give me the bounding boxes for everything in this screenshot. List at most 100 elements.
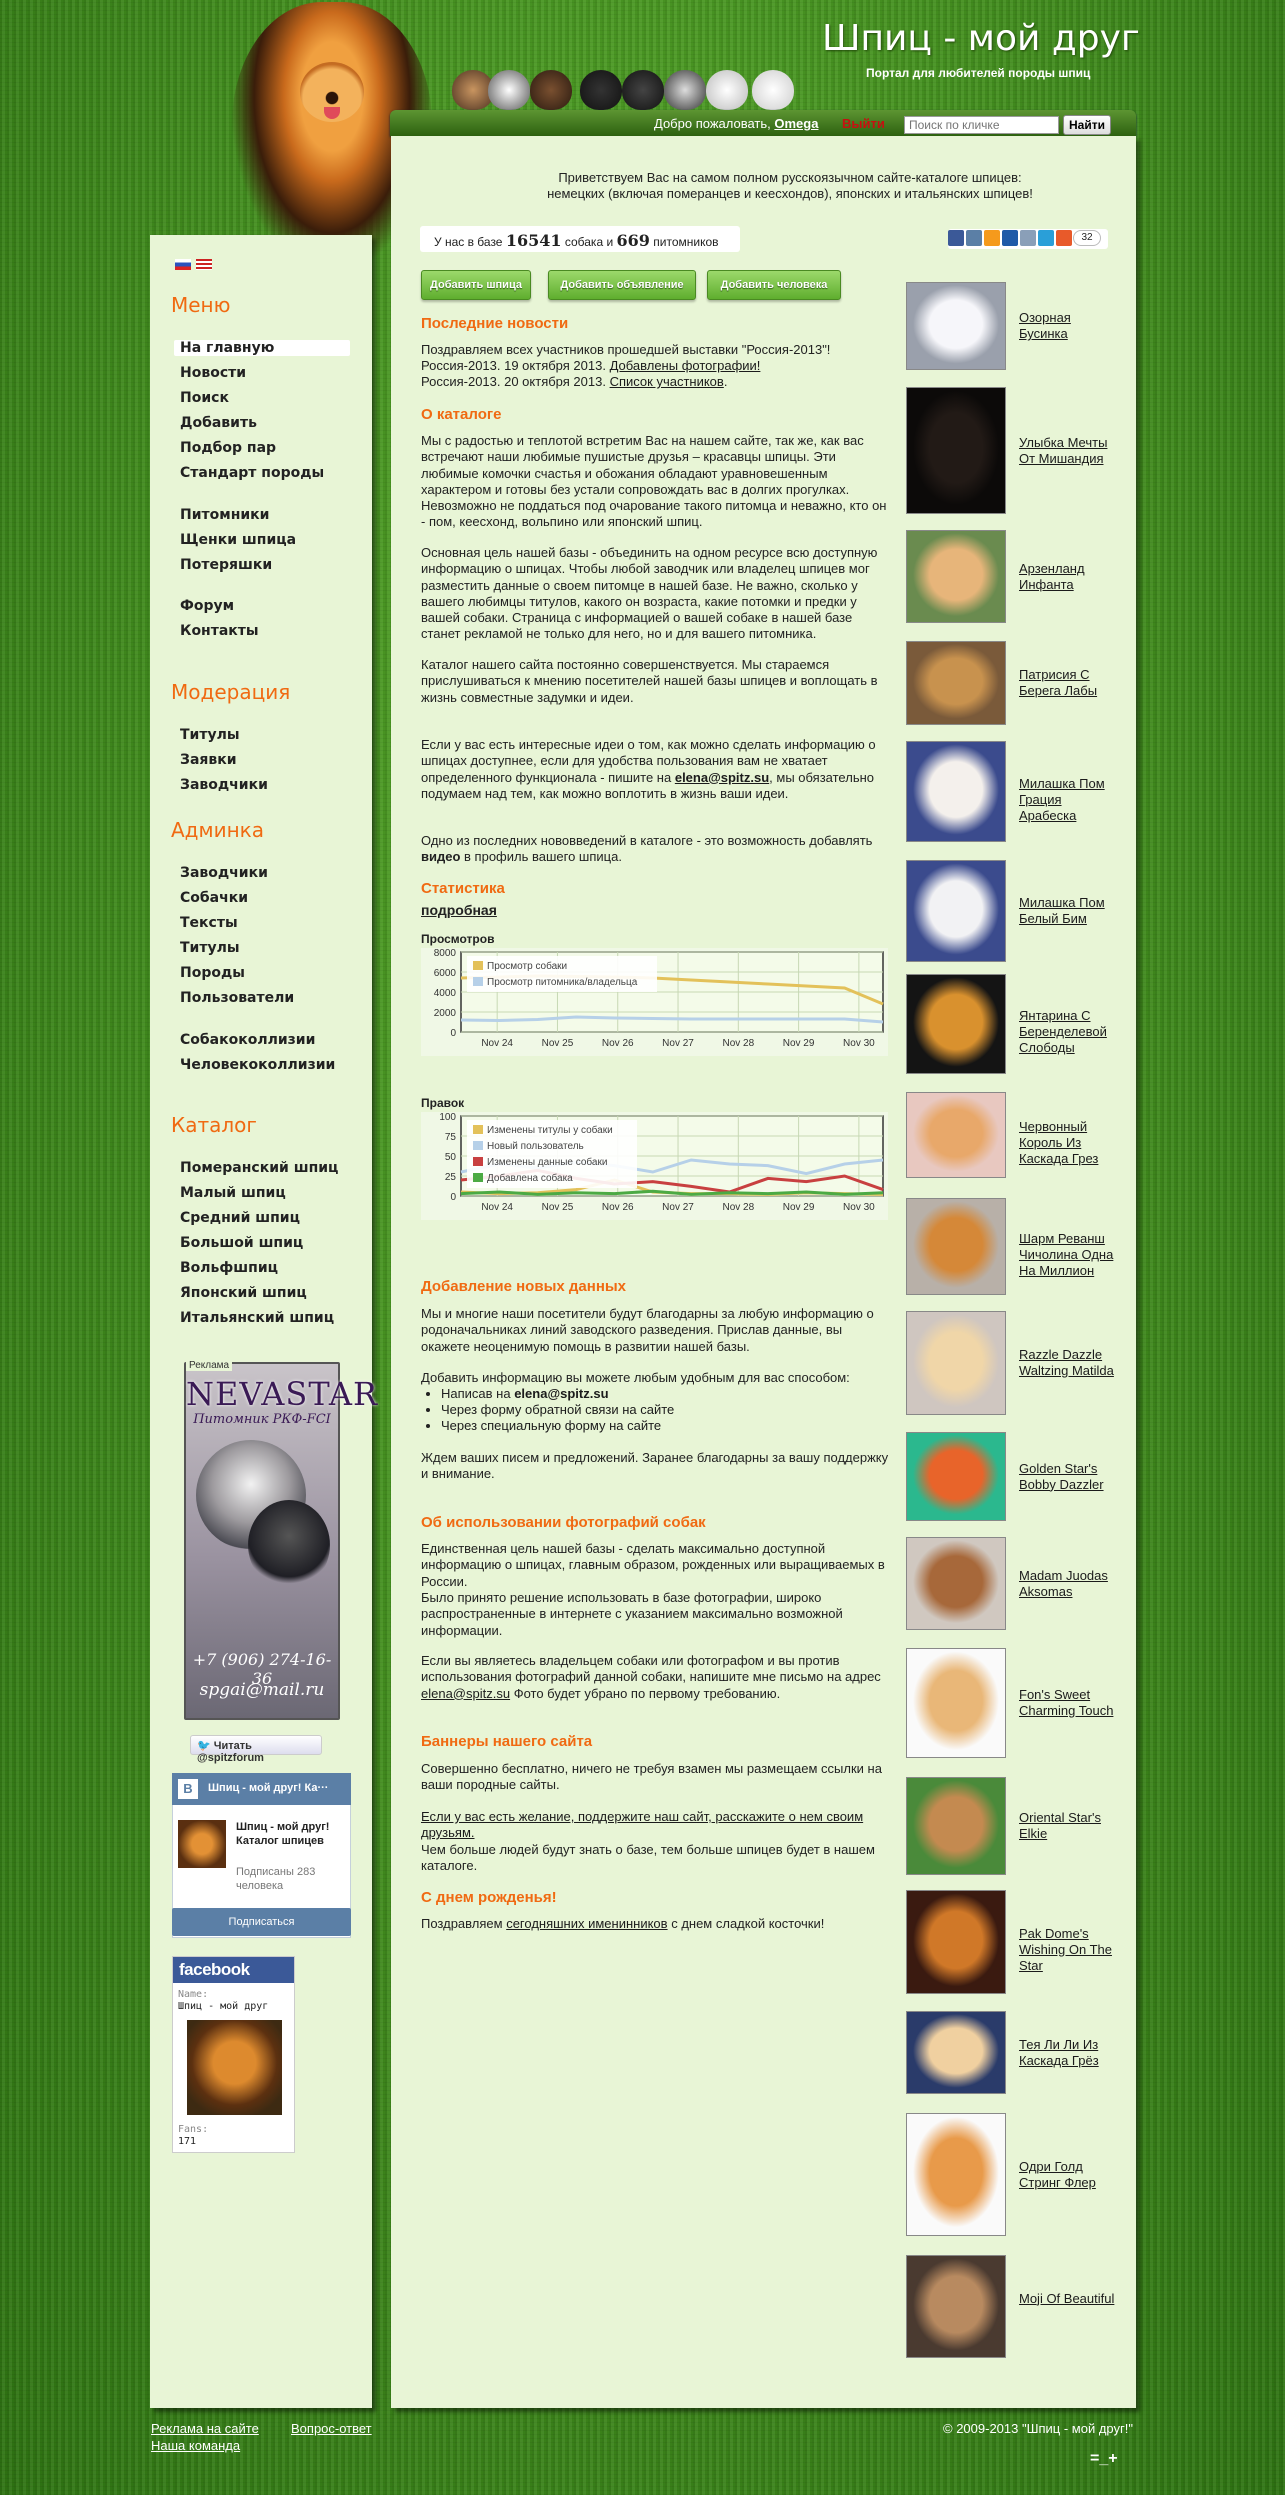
search-input[interactable] [904, 116, 1059, 134]
footer-faq-link[interactable]: Вопрос-ответ [291, 2421, 372, 2436]
dog-name-link[interactable]: Милашка Пом Грация Арабеска [1019, 776, 1119, 824]
dog-name-link[interactable]: Милашка Пом Белый Бим [1019, 895, 1119, 927]
dog-photo[interactable] [906, 1092, 1006, 1178]
dog-photo[interactable] [906, 1890, 1006, 1994]
catalog-japanese[interactable]: Японский шпиц [180, 1285, 307, 1301]
dog-name-link[interactable]: Улыбка Мечты От Мишандия [1019, 435, 1119, 467]
dog-name-link[interactable]: Янтарина С Беренделевой Слободы [1019, 1008, 1119, 1056]
dog-photo[interactable] [906, 2011, 1006, 2094]
catalog-wolfspitz[interactable]: Вольфшпиц [180, 1260, 278, 1276]
livejournal-share-icon[interactable] [1020, 230, 1036, 246]
dog-name-link[interactable]: Одри Голд Стринг Флер [1019, 2159, 1119, 2191]
odnoklassniki-share-icon[interactable] [984, 230, 1000, 246]
dog-photo[interactable] [906, 1432, 1006, 1521]
vk-group-name[interactable]: Шпиц - мой друг! Каталог шпицев [236, 1820, 346, 1848]
vk-avatar[interactable] [178, 1820, 226, 1868]
dog-name-link[interactable]: Арзенланд Инфанта [1019, 561, 1119, 593]
birthdays-link[interactable]: сегодняшних именинников [506, 1916, 667, 1931]
dog-photo[interactable] [906, 2113, 1006, 2236]
dog-name-link[interactable]: Тея Ли Ли Из Каскада Грёз [1019, 2037, 1119, 2069]
dog-photo[interactable] [906, 387, 1006, 514]
facebook-share-icon[interactable] [948, 230, 964, 246]
nav-add[interactable]: Добавить [180, 415, 257, 431]
add-dog-button[interactable]: Добавить шпица [421, 270, 531, 300]
admin-breeders[interactable]: Заводчики [180, 865, 268, 881]
dog-name-link[interactable]: Патрисия С Берега Лабы [1019, 667, 1119, 699]
nav-forum[interactable]: Форум [180, 598, 234, 614]
admin-users[interactable]: Пользователи [180, 990, 294, 1006]
dog-name-link[interactable]: Golden Star's Bobby Dazzler [1019, 1461, 1119, 1493]
admin-dogs[interactable]: Собачки [180, 890, 248, 906]
nav-home[interactable]: На главную [174, 340, 350, 356]
dog-photo[interactable] [906, 282, 1006, 370]
nav-news[interactable]: Новости [180, 365, 246, 381]
catalog-large[interactable]: Большой шпиц [180, 1235, 303, 1251]
banners-share-link[interactable]: Если у вас есть желание, поддержите наш … [421, 1809, 863, 1840]
vk-share-icon[interactable] [966, 230, 982, 246]
dog-name-link[interactable]: Moji Of Beautiful [1019, 2291, 1119, 2307]
vk-header[interactable]: Шпиц - мой друг! Ка··· [172, 1773, 351, 1805]
nav-breeders[interactable]: Заводчики [180, 777, 268, 793]
news-participants-link[interactable]: Список участников [610, 374, 724, 389]
zoom-controls[interactable]: =_+ [1090, 2450, 1118, 2468]
dog-photo[interactable] [906, 530, 1006, 623]
dog-name-link[interactable]: Pak Dome's Wishing On The Star [1019, 1926, 1119, 1974]
dog-name-link[interactable]: Razzle Dazzle Waltzing Matilda [1019, 1347, 1119, 1379]
add-person-button[interactable]: Добавить человека [707, 270, 841, 300]
nav-requests[interactable]: Заявки [180, 752, 237, 768]
facebook-logo[interactable]: facebook [173, 1957, 294, 1983]
plus-share-icon[interactable] [1056, 230, 1072, 246]
add-ad-button[interactable]: Добавить объявление [548, 270, 696, 300]
username-link[interactable]: Omega [774, 116, 818, 131]
dog-photo[interactable] [906, 1198, 1006, 1295]
dog-name-link[interactable]: Шарм Реванш Чичолина Одна На Миллион [1019, 1231, 1119, 1279]
dog-photo[interactable] [906, 1537, 1006, 1630]
catalog-italian[interactable]: Итальянский шпиц [180, 1310, 334, 1326]
email-link[interactable]: elena@spitz.su [514, 1386, 608, 1401]
fb-page-image[interactable] [187, 2020, 282, 2115]
dog-photo[interactable] [906, 1648, 1006, 1758]
search-button[interactable]: Найти [1063, 115, 1111, 135]
dog-photo[interactable] [906, 860, 1006, 962]
dog-photo[interactable] [906, 2255, 1006, 2358]
dog-photo[interactable] [906, 1311, 1006, 1415]
admin-dog-collisions[interactable]: Собакоколлизии [180, 1032, 315, 1048]
special-form-link[interactable]: Через специальную форму на сайте [441, 1418, 661, 1433]
mailru-share-icon[interactable] [1002, 230, 1018, 246]
footer-ads-link[interactable]: Реклама на сайте [151, 2421, 259, 2436]
admin-titles[interactable]: Титулы [180, 940, 240, 956]
dog-photo[interactable] [906, 1777, 1006, 1875]
dog-photo[interactable] [906, 641, 1006, 725]
nav-pairs[interactable]: Подбор пар [180, 440, 276, 456]
catalog-small[interactable]: Малый шпиц [180, 1185, 286, 1201]
dog-name-link[interactable]: Озорная Бусинка [1019, 310, 1119, 342]
dog-photo[interactable] [906, 974, 1006, 1074]
nav-kennels[interactable]: Питомники [180, 507, 270, 523]
admin-texts[interactable]: Тексты [180, 915, 238, 931]
nav-puppies[interactable]: Щенки шпица [180, 532, 296, 548]
admin-breeds[interactable]: Породы [180, 965, 245, 981]
twitter-share-icon[interactable] [1038, 230, 1054, 246]
logout-link[interactable]: Выйти [842, 116, 885, 131]
dog-photo[interactable] [906, 741, 1006, 842]
admin-human-collisions[interactable]: Человекоколлизии [180, 1057, 335, 1073]
email-link[interactable]: elena@spitz.su [421, 1686, 510, 1701]
dog-name-link[interactable]: Червонный Король Из Каскада Грез [1019, 1119, 1119, 1167]
email-link[interactable]: elena@spitz.su [675, 770, 769, 785]
feedback-form-link[interactable]: Через форму обратной связи на сайте [441, 1402, 674, 1417]
news-photos-link[interactable]: Добавлены фотографии! [610, 358, 761, 373]
nav-standard[interactable]: Стандарт породы [180, 465, 324, 481]
nav-contacts[interactable]: Контакты [180, 623, 259, 639]
nav-titles[interactable]: Титулы [180, 727, 240, 743]
nav-lost[interactable]: Потеряшки [180, 557, 272, 573]
site-title[interactable]: Шпиц - мой друг [822, 18, 1140, 59]
nav-search[interactable]: Поиск [180, 390, 229, 406]
dog-name-link[interactable]: Oriental Star's Elkie [1019, 1810, 1119, 1842]
vk-subscribe-button[interactable]: Подписаться [172, 1908, 351, 1936]
fb-page-name[interactable]: Шпиц - мой друг [178, 2001, 268, 2012]
dog-name-link[interactable]: Madam Juodas Aksomas [1019, 1568, 1119, 1600]
catalog-pomeranian[interactable]: Померанский шпиц [180, 1160, 338, 1176]
twitter-follow-button[interactable]: 🐦 Читать @spitzforum [190, 1735, 322, 1764]
footer-team-link[interactable]: Наша команда [151, 2438, 240, 2453]
catalog-medium[interactable]: Средний шпиц [180, 1210, 300, 1226]
